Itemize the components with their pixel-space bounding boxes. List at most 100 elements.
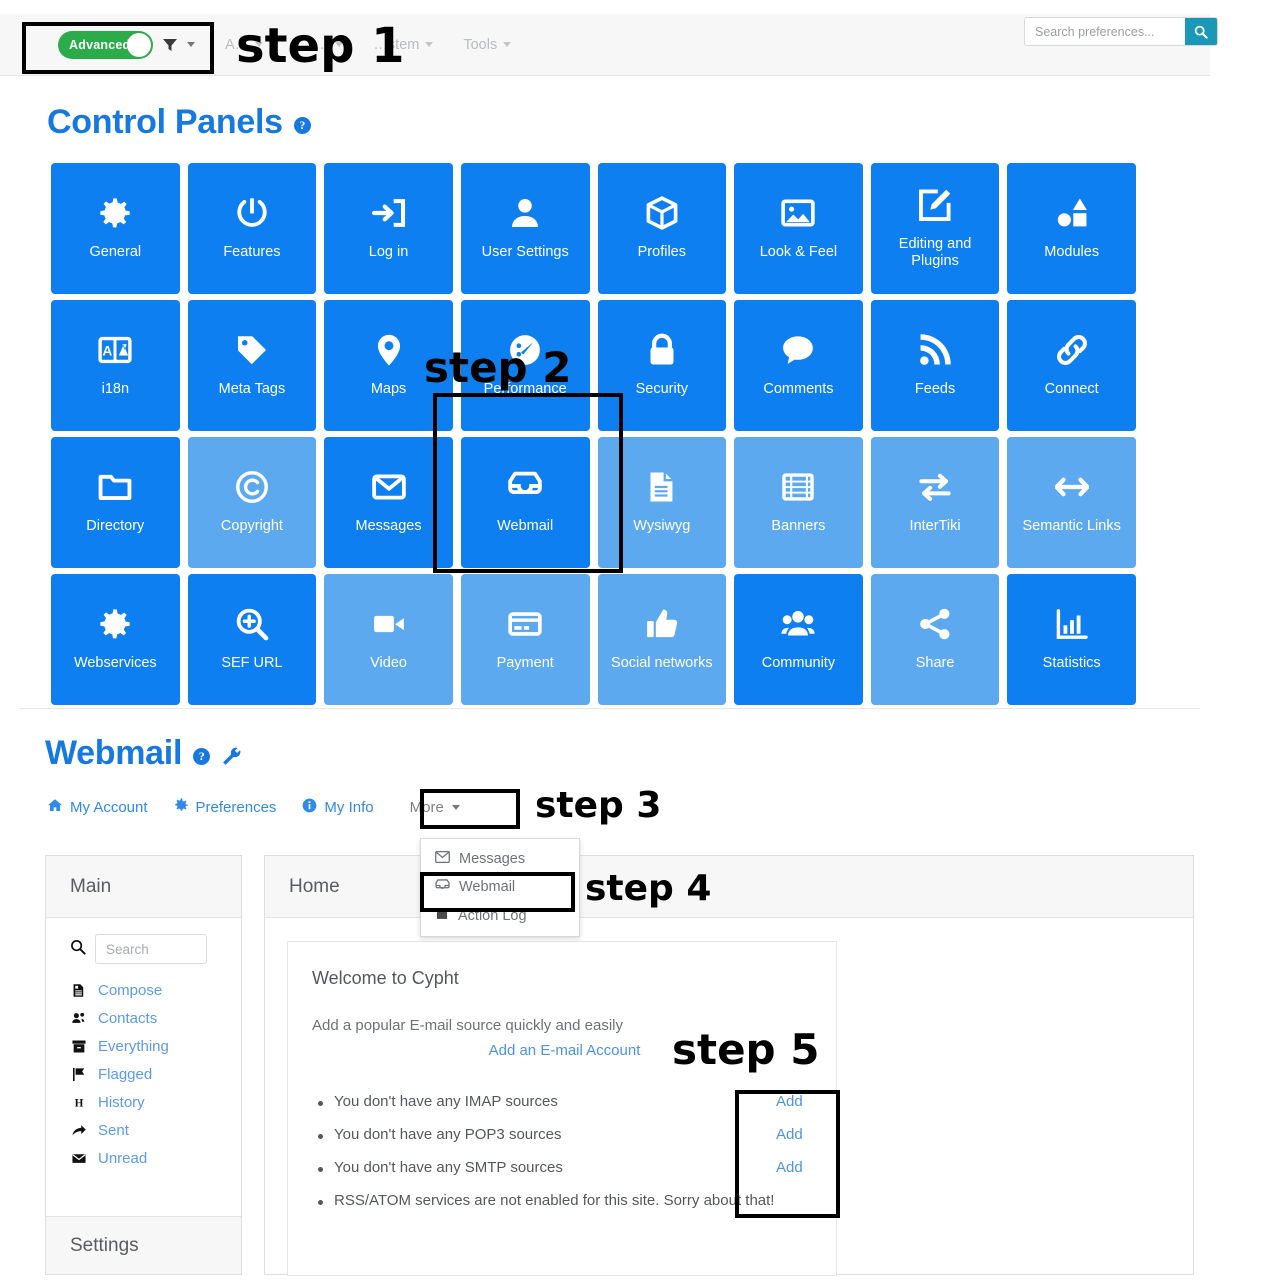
thumbs-up-icon <box>645 607 679 641</box>
folder-icon <box>98 470 132 504</box>
sidebar-item-sent[interactable]: Sent <box>46 1116 241 1144</box>
control-panel-tile-comments[interactable]: Comments <box>734 300 863 431</box>
sidebar-item-label: Contacts <box>98 1009 158 1027</box>
tile-label: Messages <box>355 518 422 535</box>
tag-icon <box>235 333 269 367</box>
webmail-sidebar: Main Search Compose Contacts Everything Fla… <box>45 855 242 1275</box>
chevron-down-icon <box>425 42 434 47</box>
tile-label: Connect <box>1044 381 1099 398</box>
lock-icon <box>645 333 679 367</box>
svg-text:A: A <box>103 343 113 359</box>
step5-highlight-box <box>735 1090 840 1218</box>
tile-label: Statistics <box>1042 655 1101 672</box>
users-icon <box>781 607 816 641</box>
control-panel-tile-editing-and-plugins[interactable]: Editing and Plugins <box>870 163 1000 294</box>
info-icon <box>302 798 317 817</box>
wrench-icon[interactable] <box>221 737 242 776</box>
search-input[interactable] <box>1025 18 1185 45</box>
link-icon <box>1055 333 1089 367</box>
control-panel-tile-directory[interactable]: Directory <box>51 437 180 568</box>
control-panel-tile-semantic-links[interactable]: Semantic Links <box>1007 437 1136 568</box>
tile-label: Look & Feel <box>759 244 838 261</box>
welcome-title: Welcome to Cypht <box>312 968 459 988</box>
sidebar-body: Search Compose Contacts Everything Flagged H… <box>46 918 241 1172</box>
control-panel-tile-webservices[interactable]: Webservices <box>51 574 180 705</box>
flag-icon <box>70 1067 87 1082</box>
control-panel-tile-statistics[interactable]: Statistics <box>1007 574 1136 705</box>
sidebar-search-input[interactable]: Search <box>95 934 207 964</box>
tile-label: Feeds <box>914 381 956 398</box>
sidebar-settings[interactable]: Settings <box>46 1216 241 1274</box>
sidebar-item-flagged[interactable]: Flagged <box>46 1060 241 1088</box>
control-panel-tile-features[interactable]: Features <box>187 163 317 294</box>
chart-bar-icon <box>1055 607 1089 641</box>
nav-my-account-label: My Account <box>70 799 148 816</box>
sidebar-header: Main <box>46 856 241 918</box>
menu-item-3-label: Tools <box>463 36 498 53</box>
control-panel-tile-payment[interactable]: Payment <box>460 574 590 705</box>
webmail-nav: My Account Preferences My Info More <box>47 795 470 820</box>
tile-label: Comments <box>763 381 834 398</box>
control-panel-tile-intertiki[interactable]: InterTiki <box>870 437 1000 568</box>
tile-label: User Settings <box>481 244 569 261</box>
sidebar-item-everything[interactable]: Everything <box>46 1032 241 1060</box>
sidebar-item-label: Compose <box>98 981 163 999</box>
control-panel-tile-social-networks[interactable]: Social networks <box>597 574 727 705</box>
control-panel-tile-share[interactable]: Share <box>870 574 1000 705</box>
control-panel-tile-general[interactable]: General <box>51 163 180 294</box>
page-title: Control Panels <box>47 103 283 141</box>
control-panel-tile-connect[interactable]: Connect <box>1007 300 1136 431</box>
nav-my-account[interactable]: My Account <box>47 798 148 817</box>
rss-icon <box>918 333 952 367</box>
share-arrow-icon <box>70 1123 87 1138</box>
menu-item-3[interactable]: Tools <box>463 36 512 53</box>
control-panel-tile-log-in[interactable]: Log in <box>324 163 453 294</box>
control-panel-tile-profiles[interactable]: Profiles <box>597 163 727 294</box>
control-panel-tile-i18n[interactable]: Ai18n <box>51 300 180 431</box>
tile-label: Semantic Links <box>1022 518 1121 535</box>
sidebar-item-label: History <box>98 1093 145 1111</box>
svg-text:H: H <box>74 1097 83 1109</box>
nav-my-info[interactable]: My Info <box>302 798 374 817</box>
home-icon <box>47 798 63 817</box>
control-panel-tile-user-settings[interactable]: User Settings <box>460 163 590 294</box>
sidebar-item-contacts[interactable]: Contacts <box>46 1004 241 1032</box>
sidebar-item-unread[interactable]: Unread <box>46 1144 241 1172</box>
credit-card-icon <box>508 607 542 641</box>
tile-label: Maps <box>370 381 407 398</box>
preferences-search[interactable] <box>1024 17 1218 46</box>
control-panel-tile-banners[interactable]: Banners <box>734 437 863 568</box>
control-panel-tile-meta-tags[interactable]: Meta Tags <box>187 300 317 431</box>
help-circle-icon[interactable]: ? <box>193 747 211 765</box>
arrows-h-icon <box>1054 470 1089 504</box>
help-circle-icon[interactable]: ? <box>293 117 311 134</box>
control-panel-tile-video[interactable]: Video <box>324 574 453 705</box>
document-icon <box>645 470 679 504</box>
sign-in-icon <box>371 196 406 230</box>
webmail-title: Webmail <box>45 733 183 772</box>
control-panel-tile-sef-url[interactable]: SEF URL <box>187 574 317 705</box>
search-button[interactable] <box>1185 18 1217 45</box>
control-panel-tile-copyright[interactable]: Copyright <box>187 437 317 568</box>
tile-label: Share <box>915 655 955 672</box>
sidebar-item-label: Unread <box>98 1149 148 1167</box>
sidebar-search-row[interactable]: Search <box>46 934 241 964</box>
image-icon <box>781 196 816 230</box>
nav-preferences[interactable]: Preferences <box>174 798 276 817</box>
sidebar-item-history[interactable]: H History <box>46 1088 241 1116</box>
video-icon <box>372 607 406 641</box>
control-panel-tile-look-feel[interactable]: Look & Feel <box>734 163 863 294</box>
control-panel-tile-feeds[interactable]: Feeds <box>870 300 1000 431</box>
sidebar-item-compose[interactable]: Compose <box>46 976 241 1004</box>
envelope-icon <box>70 1151 87 1166</box>
tile-label: Security <box>635 381 688 398</box>
control-panel-tile-community[interactable]: Community <box>734 574 863 705</box>
dropdown-item-messages[interactable]: Messages <box>421 845 579 873</box>
control-panel-tile-modules[interactable]: Modules <box>1007 163 1136 294</box>
step5-label: step 5 <box>672 1025 820 1074</box>
history-h-icon: H <box>70 1095 87 1110</box>
tile-label: Video <box>370 655 407 672</box>
exchange-icon <box>918 470 952 504</box>
tile-label: Editing and Plugins <box>898 235 972 269</box>
sidebar-item-label: Everything <box>98 1037 169 1055</box>
